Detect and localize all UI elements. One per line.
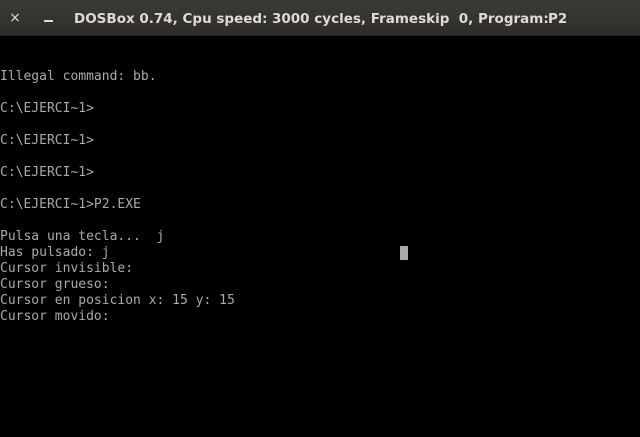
minimize-button[interactable] (40, 8, 58, 28)
console-line: Cursor movido: (0, 309, 110, 324)
title-bar[interactable]: × DOSBox 0.74, Cpu speed: 3000 cycles, F… (0, 0, 640, 36)
console-line: Cursor en posicion x: 15 y: 15 (0, 293, 235, 308)
console-line: Cursor invisible: (0, 261, 134, 276)
window-title-app: DOSBox 0.74, Cpu speed: (74, 11, 268, 27)
dosbox-window: × DOSBox 0.74, Cpu speed: 3000 cycles, F… (0, 0, 640, 437)
minimize-icon (44, 20, 53, 22)
console-line: C:\EJERCI~1> (0, 101, 94, 116)
window-title-program: P2 (548, 11, 568, 27)
dos-console[interactable]: Illegal command: bb. C:\EJERCI~1> C:\EJE… (0, 36, 640, 437)
window-title-status: 3000 cycles, Frameskip 0, Program: (272, 11, 549, 27)
close-button[interactable]: × (6, 8, 24, 28)
console-line: Pulsa una tecla... j (0, 229, 165, 244)
console-line: C:\EJERCI~1>P2.EXE (0, 197, 141, 212)
text-cursor (400, 246, 408, 260)
console-line: C:\EJERCI~1> (0, 165, 94, 180)
console-line: Cursor grueso: (0, 277, 110, 292)
close-icon: × (9, 10, 21, 26)
console-line: C:\EJERCI~1> (0, 133, 94, 148)
console-line: Has pulsado: j (0, 245, 110, 260)
console-line: Illegal command: bb. (0, 69, 157, 84)
